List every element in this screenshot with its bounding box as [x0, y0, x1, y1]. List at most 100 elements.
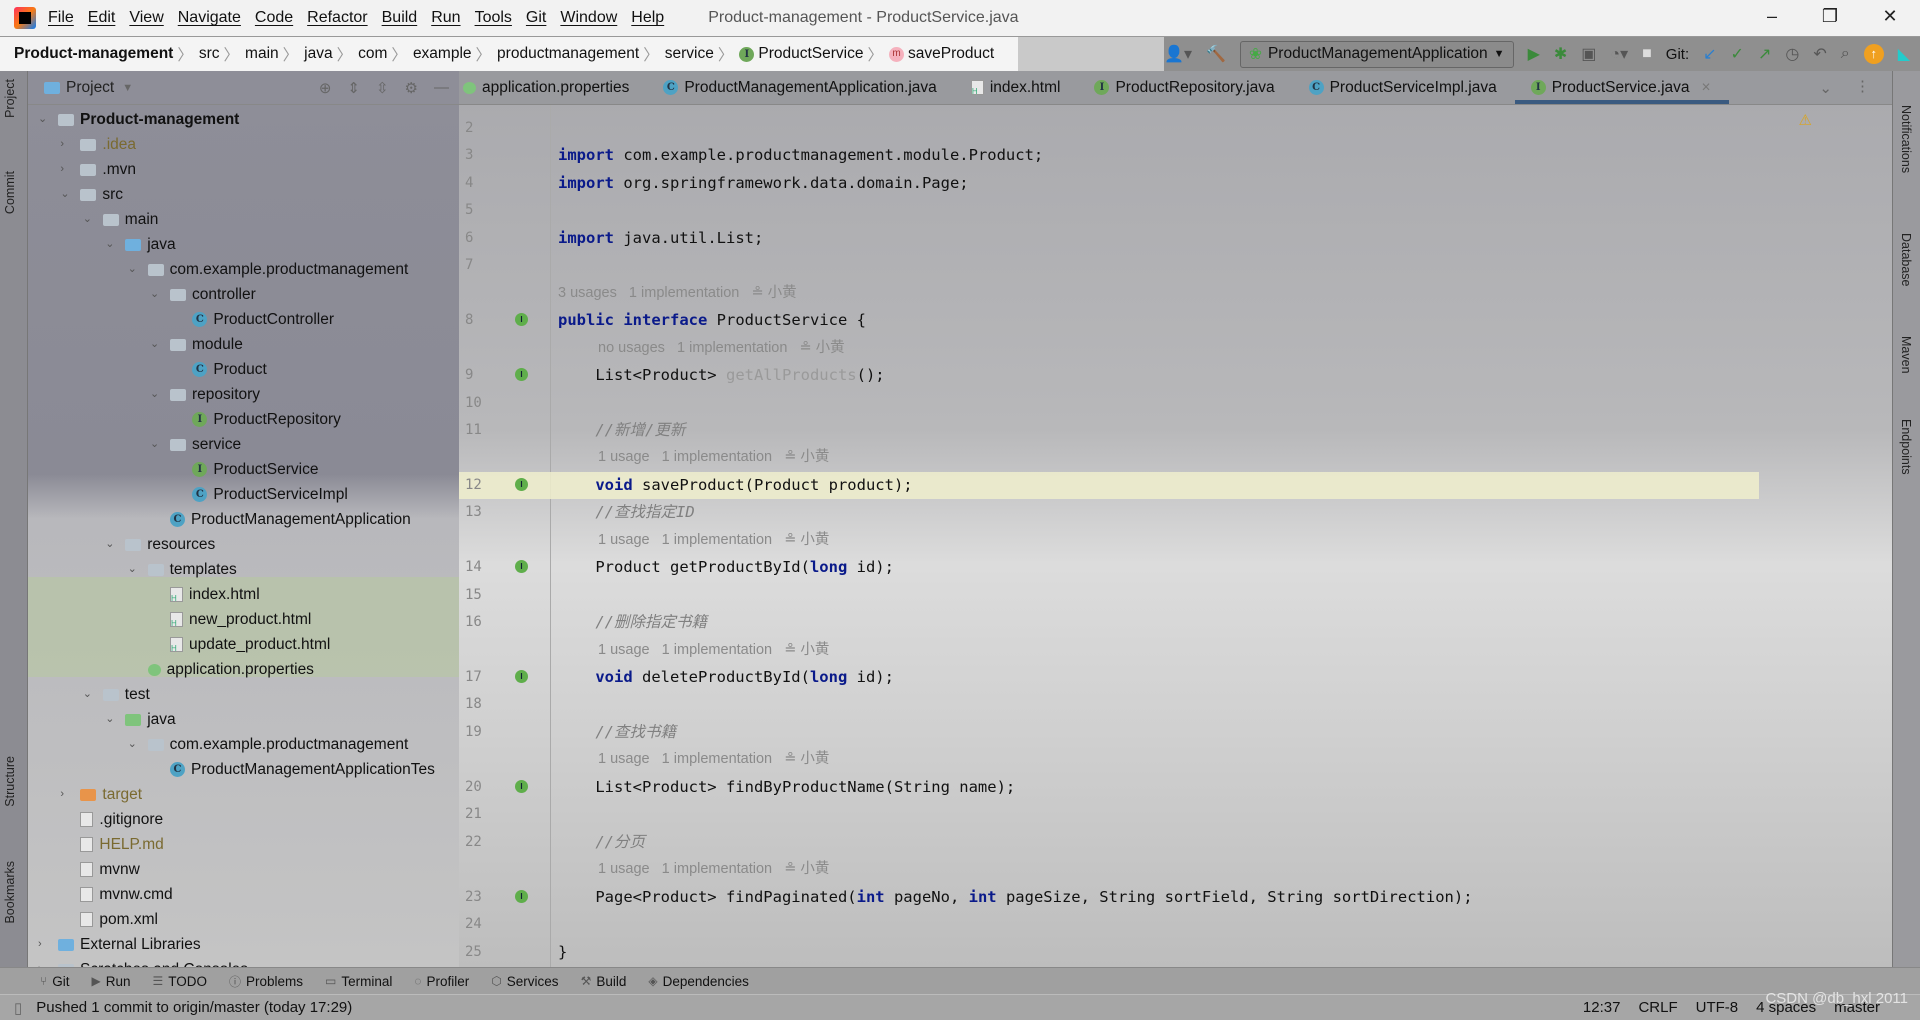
gear-icon[interactable]: ⚙ — [405, 79, 418, 97]
tree-item[interactable]: ⌄ module — [150, 332, 243, 357]
tree-item[interactable]: ⌄ java — [105, 707, 175, 732]
menu-help[interactable]: Help — [631, 9, 664, 27]
tool-dependencies[interactable]: ◈ Dependencies — [648, 974, 749, 989]
project-tool-button[interactable]: Project — [3, 79, 17, 118]
tree-item[interactable]: pom.xml — [60, 907, 158, 932]
status-message[interactable]: Pushed 1 commit to origin/master (today … — [36, 999, 352, 1016]
breadcrumb-item[interactable]: java — [304, 45, 332, 63]
implemented-gutter-icon[interactable]: I — [515, 560, 528, 574]
more-icon[interactable]: ⋮ — [1855, 77, 1870, 95]
tree-item[interactable]: application.properties — [128, 657, 314, 682]
implemented-gutter-icon[interactable]: I — [515, 313, 528, 327]
warning-icon[interactable]: ⚠ — [1799, 111, 1812, 129]
implemented-gutter-icon[interactable]: I — [515, 779, 528, 793]
close-tab-icon[interactable]: × — [1702, 79, 1711, 97]
structure-tool-button[interactable]: Structure — [3, 756, 17, 807]
tab-index-html[interactable]: Hindex.html — [955, 71, 1079, 104]
tool-terminal[interactable]: ▭ Terminal — [325, 974, 392, 989]
user-icon[interactable]: 👤▾ — [1164, 44, 1192, 64]
tree-item[interactable]: ⌄ com.example.productmanagement — [128, 732, 409, 757]
chevron-down-icon[interactable]: ⌄ — [83, 682, 97, 707]
chevron-right-icon[interactable]: › — [38, 932, 52, 957]
breadcrumb-item[interactable]: saveProduct — [908, 45, 994, 63]
menu-file[interactable]: File — [48, 9, 74, 27]
tree-item[interactable]: ⌄ resources — [105, 532, 215, 557]
chevron-down-icon[interactable]: ▼ — [122, 82, 133, 94]
breadcrumb-item[interactable]: ProductService — [758, 45, 863, 63]
line-separator[interactable]: CRLF — [1638, 999, 1677, 1016]
collapse-all-icon[interactable]: ⇳ — [376, 79, 389, 97]
tree-item[interactable]: mvnw.cmd — [60, 882, 173, 907]
tool-build[interactable]: ⚒ Build — [581, 974, 627, 989]
tree-item[interactable]: I ProductService — [172, 457, 319, 482]
tree-item[interactable]: HELP.md — [60, 832, 164, 857]
menu-navigate[interactable]: Navigate — [178, 9, 241, 27]
run-icon[interactable]: ▶ — [1528, 44, 1540, 64]
history-icon[interactable]: ◷ — [1785, 44, 1799, 64]
notifications-tool-button[interactable]: Notifications — [1899, 105, 1913, 173]
caret-position[interactable]: 12:37 — [1583, 999, 1621, 1016]
tab-application-properties[interactable]: application.properties — [459, 71, 647, 104]
menu-refactor[interactable]: Refactor — [307, 9, 367, 27]
close-button[interactable]: ✕ — [1870, 6, 1910, 27]
breadcrumb-item[interactable]: main — [245, 45, 279, 63]
tree-item[interactable]: › .mvn — [60, 157, 136, 182]
usage-hint[interactable]: 1 usage 1 implementation ≗ 小黄 — [598, 637, 829, 664]
search-icon[interactable]: ⌕ — [1841, 45, 1850, 63]
chevron-down-icon[interactable]: ⌄ — [150, 332, 164, 357]
usage-hint[interactable]: no usages 1 implementation ≗ 小黄 — [598, 335, 845, 362]
tree-item[interactable]: C ProductServiceImpl — [172, 482, 348, 507]
profile-icon[interactable]: ◔▾ — [1610, 44, 1628, 64]
run-configuration-dropdown[interactable]: ❀ ProductManagementApplication ▼ — [1239, 40, 1514, 68]
tab-productserviceimpl-java[interactable]: C ProductServiceImpl.java — [1293, 71, 1515, 104]
bookmarks-tool-button[interactable]: Bookmarks — [3, 861, 17, 924]
tree-item[interactable]: › target — [60, 782, 142, 807]
tree-item[interactable]: C Product — [172, 357, 267, 382]
tree-item[interactable]: ⌄ src — [60, 182, 123, 207]
menu-window[interactable]: Window — [560, 9, 617, 27]
usage-hint[interactable]: 1 usage 1 implementation ≗ 小黄 — [598, 527, 829, 554]
chevron-down-icon[interactable]: ⌄ — [150, 382, 164, 407]
git-push-icon[interactable]: ↗ — [1758, 44, 1771, 64]
tree-item[interactable]: Hupdate_product.html — [150, 632, 330, 657]
tree-item[interactable]: ⌄ com.example.productmanagement — [128, 257, 409, 282]
status-panel-icon[interactable]: ▯ — [14, 999, 22, 1017]
menu-git[interactable]: Git — [526, 9, 546, 27]
tab-productservice-java[interactable]: I ProductService.java × — [1514, 71, 1729, 104]
build-hammer-icon[interactable]: 🔨 — [1206, 44, 1226, 64]
tree-item[interactable]: ⌄ templates — [128, 557, 237, 582]
tree-item[interactable]: Hnew_product.html — [150, 607, 311, 632]
tool-run[interactable]: ▶ Run — [91, 974, 130, 989]
tab-list-chevron-icon[interactable]: ⌄ — [1819, 79, 1832, 97]
stop-icon[interactable]: ■ — [1642, 45, 1652, 63]
chevron-down-icon[interactable]: ⌄ — [105, 232, 119, 257]
chevron-down-icon[interactable]: ⌄ — [150, 282, 164, 307]
expand-all-icon[interactable]: ⇕ — [347, 79, 360, 97]
chevron-down-icon[interactable]: ⌄ — [128, 557, 142, 582]
tree-item[interactable]: ⌄ Product-management — [38, 107, 239, 132]
chevron-down-icon[interactable]: ⌄ — [105, 532, 119, 557]
ide-update-icon[interactable]: ↑ — [1863, 44, 1884, 64]
usage-hint[interactable]: 1 usage 1 implementation ≗ 小黄 — [598, 746, 829, 773]
tree-item[interactable]: ⌄ java — [105, 232, 175, 257]
tree-item[interactable]: ⌄ repository — [150, 382, 260, 407]
project-panel-title[interactable]: Project — [66, 79, 114, 97]
file-encoding[interactable]: UTF-8 — [1696, 999, 1739, 1016]
coverage-icon[interactable]: ▣ — [1581, 44, 1596, 64]
endpoints-tool-button[interactable]: Endpoints — [1899, 419, 1913, 475]
implemented-gutter-icon[interactable]: I — [515, 477, 528, 491]
menu-tools[interactable]: Tools — [475, 9, 512, 27]
commit-tool-button[interactable]: Commit — [3, 171, 17, 214]
chevron-down-icon[interactable]: ⌄ — [150, 432, 164, 457]
tree-item[interactable]: C ProductController — [172, 307, 334, 332]
git-update-icon[interactable]: ↙ — [1703, 44, 1716, 64]
chevron-right-icon[interactable]: › — [60, 132, 74, 157]
hide-icon[interactable]: — — [434, 79, 449, 97]
implemented-gutter-icon[interactable]: I — [515, 670, 528, 683]
menu-edit[interactable]: Edit — [88, 9, 116, 27]
tree-item[interactable]: mvnw — [60, 857, 140, 882]
tree-item[interactable]: C ProductManagementApplication — [150, 507, 411, 532]
tool-services[interactable]: ⬡ Services — [491, 974, 558, 989]
chevron-down-icon[interactable]: ⌄ — [128, 732, 142, 757]
menu-code[interactable]: Code — [255, 9, 293, 27]
